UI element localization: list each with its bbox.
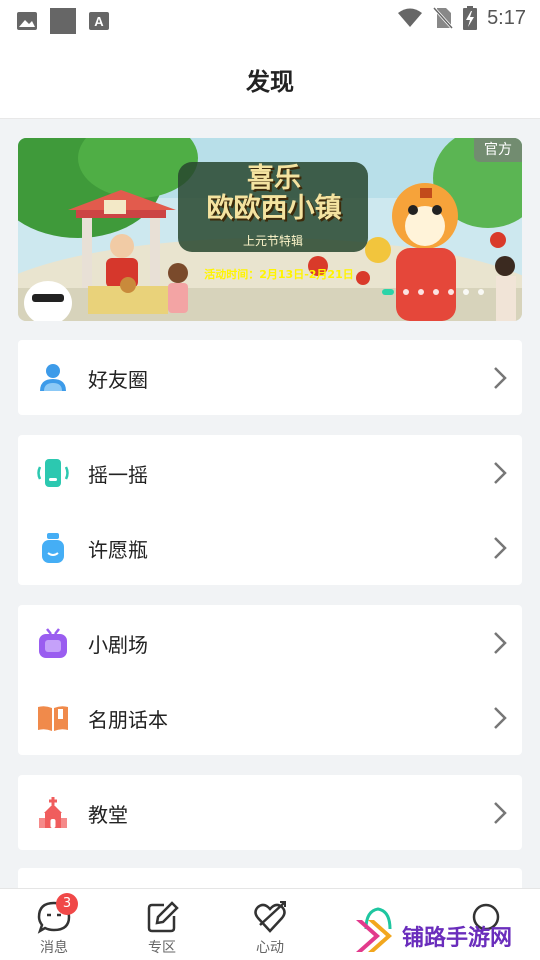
menu-item-friends-circle[interactable]: 好友圈 <box>18 340 522 415</box>
menu-item-famous-story[interactable]: 名朋话本 <box>18 680 522 755</box>
carousel-dot[interactable] <box>382 289 394 295</box>
chevron-right-icon <box>494 367 507 389</box>
watermark: 铺路手游网 <box>352 912 540 960</box>
menu-item-wish-bottle[interactable]: 许愿瓶 <box>18 510 522 585</box>
church-icon <box>39 797 67 828</box>
carousel-dot[interactable] <box>433 289 439 295</box>
menu-item-label: 许愿瓶 <box>88 538 148 562</box>
no-sim-icon <box>433 6 454 30</box>
chevron-right-icon <box>494 707 507 729</box>
carousel-dot[interactable] <box>418 289 424 295</box>
text-a-icon: A <box>89 12 109 30</box>
unread-badge: 3 <box>56 893 78 915</box>
menu-item-label: 小剧场 <box>88 633 148 657</box>
tab-label: 心动 <box>256 940 284 956</box>
edit-icon <box>147 901 179 933</box>
official-tag: 官方 <box>474 138 522 162</box>
banner-subtitle: 上元节特辑 <box>242 234 303 248</box>
tab-zone[interactable]: 专区 <box>108 889 216 960</box>
menu-item-theater[interactable]: 小剧场 <box>18 605 522 680</box>
chevron-right-icon <box>494 632 507 654</box>
menu-item-shake[interactable]: 摇一摇 <box>18 435 522 510</box>
battery-charging-icon <box>463 6 478 30</box>
tab-heart[interactable]: 心动 <box>216 889 324 960</box>
svg-text:A: A <box>94 14 104 29</box>
image-icon <box>17 12 37 30</box>
page-title: 发现 <box>246 68 294 96</box>
banner-title-line1: 喜乐 <box>247 163 301 194</box>
friends-card: 好友圈 <box>18 340 522 415</box>
tv-icon <box>39 628 67 658</box>
menu-item-label: 摇一摇 <box>88 463 148 487</box>
church-card: 教堂 <box>18 775 522 850</box>
tab-messages[interactable]: 3 消息 <box>0 889 108 960</box>
title-bar: 发现 <box>0 38 540 119</box>
chevron-right-icon <box>494 802 507 824</box>
fun-card: 摇一摇 许愿瓶 <box>18 435 522 585</box>
square-icon <box>50 8 76 34</box>
stories-card: 小剧场 名朋话本 <box>18 605 522 755</box>
banner-date: 活动时间：2月13日-2月21日 <box>204 268 354 281</box>
bottle-icon <box>42 533 64 563</box>
menu-item-church[interactable]: 教堂 <box>18 775 522 850</box>
heart-arrow-icon <box>254 901 286 933</box>
shake-phone-icon <box>37 459 69 487</box>
friends-icon <box>40 364 66 391</box>
banner-title: 喜乐 欧欧西小镇 <box>194 164 354 224</box>
menu-item-label: 好友圈 <box>88 368 148 392</box>
book-icon <box>38 706 68 731</box>
status-time: 5:17 <box>487 6 526 29</box>
status-bar: A 5:17 <box>0 0 540 38</box>
event-banner[interactable]: 喜乐 欧欧西小镇 上元节特辑 活动时间：2月13日-2月21日 官方 <box>18 138 522 321</box>
wifi-icon <box>398 8 423 27</box>
watermark-logo-icon <box>356 920 392 952</box>
watermark-text: 铺路手游网 <box>402 926 513 951</box>
chevron-right-icon <box>494 537 507 559</box>
chevron-right-icon <box>494 462 507 484</box>
tab-label: 专区 <box>148 940 176 956</box>
menu-item-label: 名朋话本 <box>88 708 168 732</box>
banner-title-line2: 欧欧西小镇 <box>206 193 342 224</box>
menu-item-label: 教堂 <box>88 803 128 827</box>
tab-label: 消息 <box>40 940 68 956</box>
carousel-dot[interactable] <box>403 289 409 295</box>
carousel-indicator <box>382 289 484 295</box>
carousel-dot[interactable] <box>463 289 469 295</box>
carousel-dot[interactable] <box>478 289 484 295</box>
carousel-dot[interactable] <box>448 289 454 295</box>
